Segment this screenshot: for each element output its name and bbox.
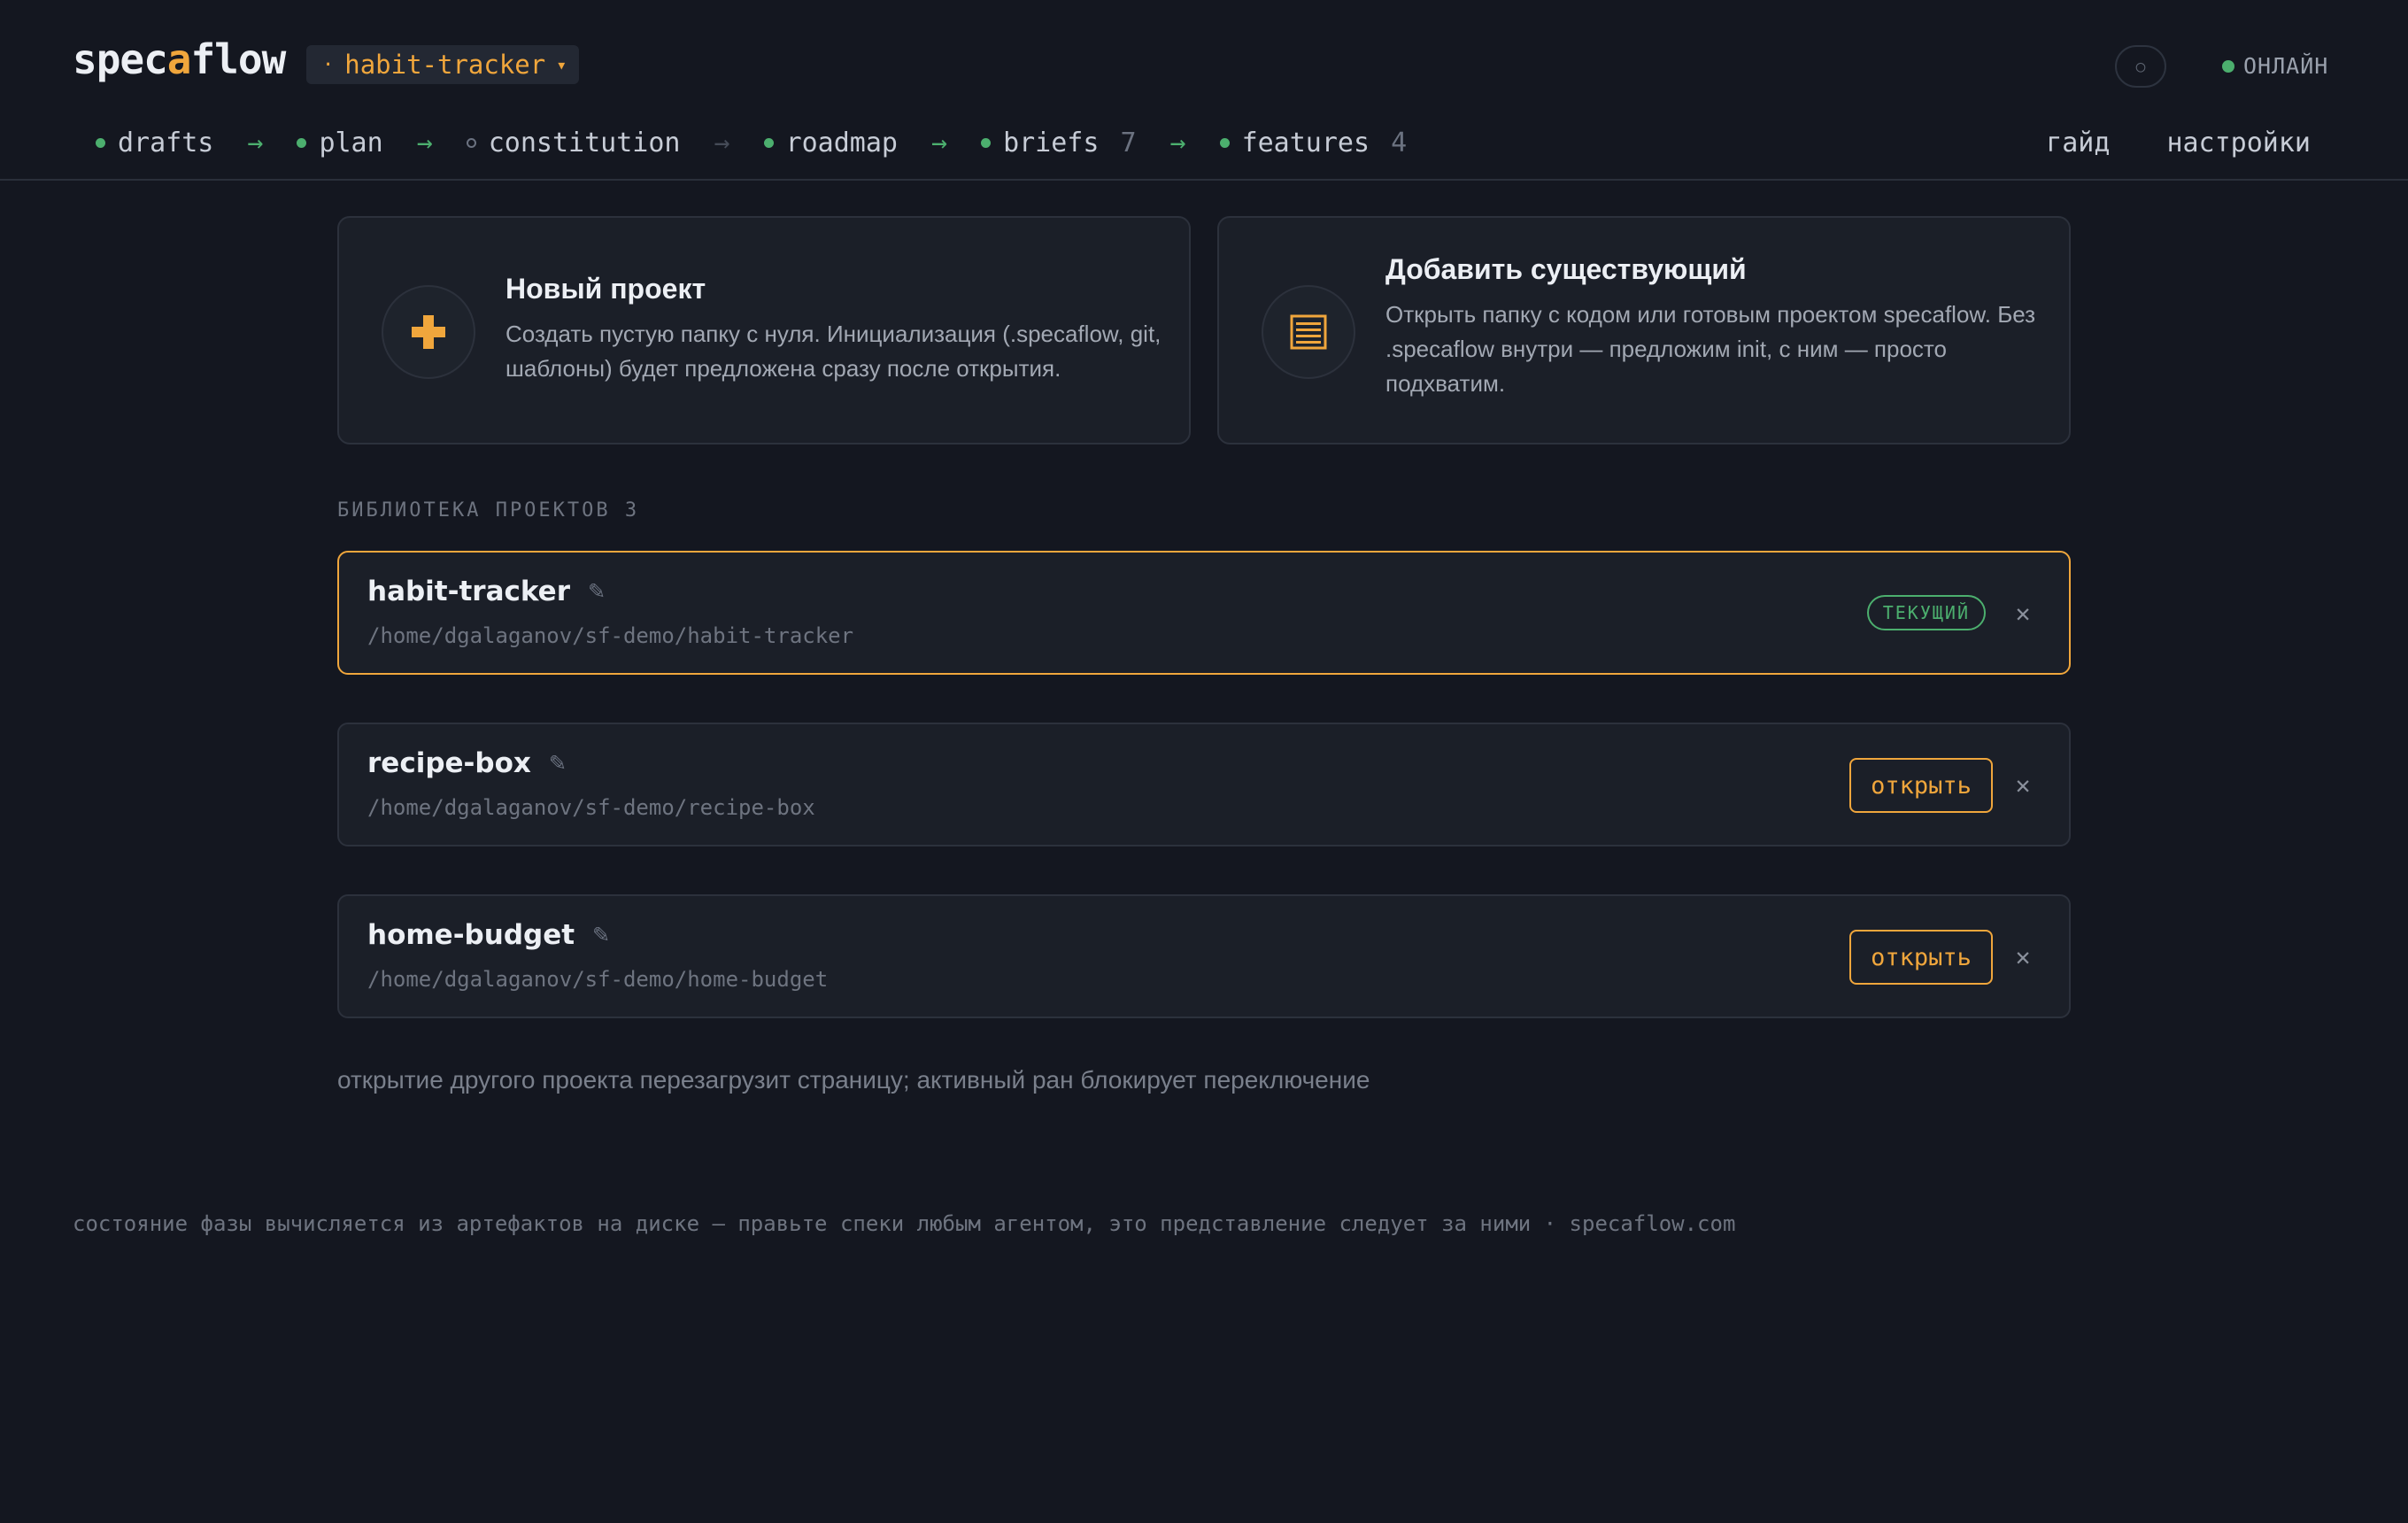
phase-label: briefs (1003, 128, 1100, 158)
project-name-text: home-budget (367, 919, 575, 951)
phase-status-dot-icon (1219, 138, 1230, 148)
project-row-recipe-box[interactable]: recipe-box ✎ /home/dgalaganov/sf-demo/re… (337, 723, 2071, 847)
project-selector[interactable]: · habit-tracker ▾ (306, 45, 580, 84)
phase-status-empty-dot-icon (466, 138, 476, 148)
arrow-right-icon: → (931, 128, 948, 158)
project-dot-icon: · (322, 53, 335, 76)
footer-note: состояние фазы вычисляется из артефактов… (73, 1211, 1736, 1236)
add-existing-title: Добавить существующий (1385, 253, 1747, 285)
phase-label: plan (319, 128, 383, 158)
close-icon[interactable]: ✕ (2005, 593, 2041, 632)
phase-constitution[interactable]: constitution (466, 128, 681, 158)
arrow-right-icon: → (247, 128, 264, 158)
close-icon[interactable]: ✕ (2005, 937, 2041, 976)
chevron-down-icon: ▾ (556, 54, 567, 75)
status-label: ОНЛАЙН (2243, 53, 2329, 79)
project-path: /home/dgalaganov/sf-demo/habit-tracker (367, 623, 854, 648)
new-project-title: Новый проект (506, 273, 706, 305)
logo[interactable]: specaflow (73, 35, 286, 83)
phase-label: drafts (118, 128, 214, 158)
phase-count: 7 (1120, 128, 1137, 158)
phase-label: roadmap (785, 128, 898, 158)
project-path: /home/dgalaganov/sf-demo/home-budget (367, 967, 829, 992)
project-name: habit-tracker ✎ (367, 576, 606, 607)
phase-plan[interactable]: plan (297, 128, 383, 158)
arrow-right-icon: → (714, 128, 730, 158)
phase-pipeline: drafts → plan → constitution → roadmap →… (96, 128, 1407, 158)
close-icon[interactable]: ✕ (2005, 765, 2041, 804)
project-row-habit-tracker[interactable]: habit-tracker ✎ /home/dgalaganov/sf-demo… (337, 551, 2071, 675)
open-project-button[interactable]: открыть (1849, 758, 1993, 813)
logo-accent: a (166, 35, 192, 83)
current-badge: ТЕКУЩИЙ (1866, 595, 1986, 630)
add-existing-description: Открыть папку с кодом или готовым проект… (1385, 301, 2036, 397)
phase-status-dot-icon (981, 138, 992, 148)
phase-status-dot-icon (96, 138, 105, 148)
phase-status-dot-icon (763, 138, 774, 148)
switch-hint: открытие другого проекта перезагрузит ст… (337, 1066, 1370, 1094)
theme-toggle[interactable]: ○ (2115, 45, 2166, 88)
top-bar: specaflow · habit-tracker ▾ ○ ОНЛАЙН (0, 0, 2408, 124)
phase-roadmap[interactable]: roadmap (763, 128, 898, 158)
project-selector-label: habit-tracker (344, 50, 546, 80)
library-section-label: БИБЛИОТЕКА ПРОЕКТОВ 3 (337, 499, 639, 522)
add-existing-icon-circle (1262, 285, 1355, 379)
phase-drafts[interactable]: drafts (96, 128, 213, 158)
pencil-icon[interactable]: ✎ (592, 923, 610, 947)
status-dot-icon (2222, 59, 2234, 73)
pencil-icon[interactable]: ✎ (549, 751, 567, 776)
project-name: home-budget ✎ (367, 919, 610, 951)
project-path: /home/dgalaganov/sf-demo/recipe-box (367, 795, 815, 820)
project-row-home-budget[interactable]: home-budget ✎ /home/dgalaganov/sf-demo/h… (337, 894, 2071, 1018)
library-count: 3 (624, 499, 640, 522)
top-nav: гайд настройки (2046, 128, 2311, 158)
project-name-text: recipe-box (367, 747, 531, 779)
new-project-card[interactable]: Новый проект Создать пустую папку с нуля… (337, 216, 1191, 445)
logo-suffix: flow (190, 35, 286, 83)
phase-briefs[interactable]: briefs 7 (981, 128, 1137, 158)
library-label: БИБЛИОТЕКА ПРОЕКТОВ (337, 499, 611, 522)
logo-prefix: spec (73, 35, 168, 83)
project-name-text: habit-tracker (367, 576, 570, 607)
folder-list-icon (1290, 314, 1327, 350)
connection-status: ОНЛАЙН (2222, 53, 2328, 79)
phase-label: features (1241, 128, 1370, 158)
new-project-description: Создать пустую папку с нуля. Инициализац… (506, 321, 1162, 382)
new-project-icon-circle (382, 285, 475, 379)
theme-circle-icon: ○ (2135, 57, 2146, 76)
phase-bar: drafts → plan → constitution → roadmap →… (0, 124, 2408, 181)
guide-link[interactable]: гайд (2046, 128, 2110, 158)
arrow-right-icon: → (416, 128, 433, 158)
arrow-right-icon: → (1169, 128, 1186, 158)
plus-icon (412, 315, 445, 349)
phase-features[interactable]: features 4 (1219, 128, 1408, 158)
pencil-icon[interactable]: ✎ (588, 579, 606, 604)
open-project-button[interactable]: открыть (1849, 930, 1993, 985)
phase-status-dot-icon (297, 138, 307, 148)
phase-count: 4 (1391, 128, 1408, 158)
phase-label: constitution (488, 128, 681, 158)
settings-link[interactable]: настройки (2166, 128, 2311, 158)
add-existing-card[interactable]: Добавить существующий Открыть папку с ко… (1217, 216, 2071, 445)
project-name: recipe-box ✎ (367, 747, 567, 779)
